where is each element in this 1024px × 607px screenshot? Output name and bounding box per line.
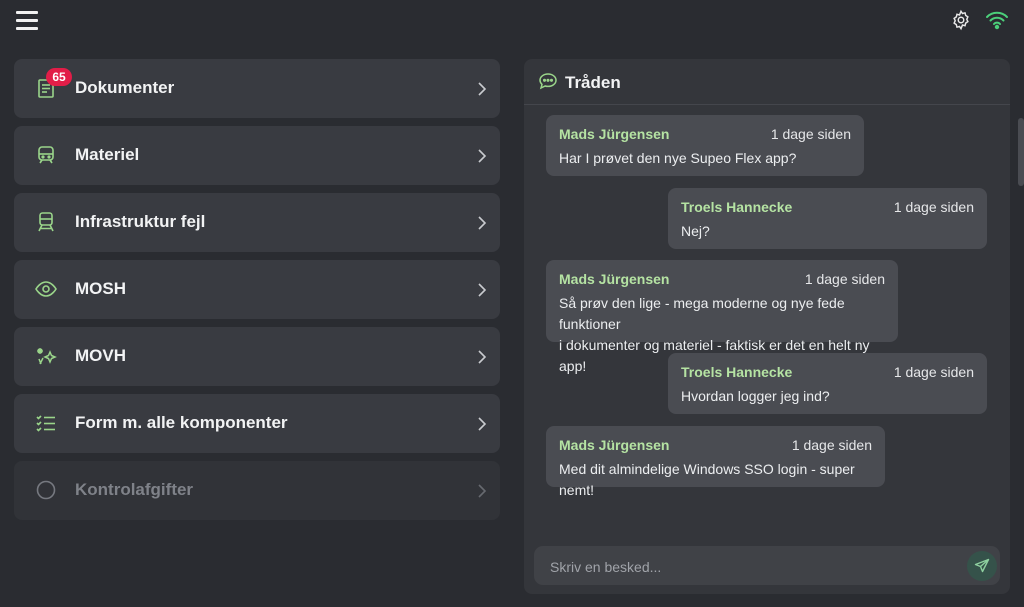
notification-badge: 65: [46, 68, 72, 86]
message-time: 1 dage siden: [791, 437, 872, 453]
chevron-right-icon: [478, 417, 487, 431]
message-author: Mads Jürgensen: [559, 271, 670, 287]
thread-title: Tråden: [565, 73, 621, 92]
gear-icon[interactable]: [950, 9, 972, 31]
message-input[interactable]: [548, 546, 952, 587]
checklist-icon: [36, 415, 55, 432]
chevron-right-icon: [478, 216, 487, 230]
message-author: Mads Jürgensen: [559, 437, 670, 453]
message-line: Med dit almindelige Windows SSO login - …: [559, 461, 855, 498]
chevron-right-icon: [478, 484, 487, 498]
chat-message: Mads Jürgensen 1 dage siden Har I prøvet…: [546, 115, 864, 176]
message-author: Mads Jürgensen: [559, 126, 670, 142]
chat-message: Troels Hannecke 1 dage siden Hvordan log…: [668, 353, 987, 414]
message-line: Nej?: [681, 223, 710, 239]
message-text: Har I prøvet den nye Supeo Flex app?: [559, 148, 796, 169]
eye-icon: [35, 281, 57, 297]
chat-message: Mads Jürgensen 1 dage siden Med dit almi…: [546, 426, 885, 498]
menu-item-label: Materiel: [75, 145, 140, 164]
chat-message: Mads Jürgensen 1 dage siden Så prøv den …: [546, 260, 898, 374]
message-time: 1 dage siden: [893, 199, 974, 215]
menu-item-form-alle-komponenter[interactable]: Form m. alle komponenter: [14, 394, 500, 453]
menu-item-label: Infrastruktur fejl: [75, 212, 206, 231]
sparkle-icon: [37, 348, 57, 365]
chevron-right-icon: [478, 350, 487, 364]
menu-item-label: Dokumenter: [75, 78, 175, 97]
train-icon: [38, 146, 54, 164]
circle-icon: [36, 480, 56, 500]
train-track-icon: [38, 212, 54, 232]
message-time: 1 dage siden: [804, 271, 885, 287]
scrollbar[interactable]: [1018, 118, 1024, 186]
message-time: 1 dage siden: [893, 364, 974, 380]
message-composer: [534, 546, 1000, 587]
wifi-icon: [986, 11, 1008, 30]
menu-item-mosh[interactable]: MOSH: [14, 260, 500, 319]
message-author: Troels Hannecke: [681, 364, 793, 380]
menu-item-kontrolafgifter: Kontrolafgifter: [14, 461, 500, 520]
message-author: Troels Hannecke: [681, 199, 793, 215]
chevron-right-icon: [478, 283, 487, 297]
send-button[interactable]: [967, 551, 997, 581]
hamburger-menu-icon[interactable]: [16, 11, 38, 31]
message-text: Nej?: [681, 221, 710, 242]
message-text: Med dit almindelige Windows SSO login - …: [559, 459, 885, 501]
thread-panel: Tråden Mads Jürgensen 1 dage siden Har I…: [524, 59, 1010, 594]
menu-item-label: Form m. alle komponenter: [75, 413, 288, 432]
chat-bubble-icon: [539, 73, 557, 90]
message-line: Har I prøvet den nye Supeo Flex app?: [559, 150, 797, 166]
thread-header: Tråden: [524, 59, 1010, 105]
menu-item-movh[interactable]: MOVH: [14, 327, 500, 386]
message-line: Så prøv den lige - mega moderne og nye f…: [559, 295, 845, 332]
menu-item-label: MOVH: [75, 346, 126, 365]
chat-message: Troels Hannecke 1 dage siden Nej?: [668, 188, 987, 249]
menu-item-label: MOSH: [75, 279, 126, 298]
chevron-right-icon: [478, 82, 487, 96]
message-line: Hvordan logger jeg ind?: [681, 388, 830, 404]
top-bar: [0, 0, 1024, 44]
message-time: 1 dage siden: [770, 126, 851, 142]
menu-item-materiel[interactable]: Materiel: [14, 126, 500, 185]
send-icon: [974, 558, 990, 573]
message-text: Hvordan logger jeg ind?: [681, 386, 830, 407]
menu-item-label: Kontrolafgifter: [75, 480, 194, 499]
menu-item-dokumenter[interactable]: 65 Dokumenter: [14, 59, 500, 118]
chevron-right-icon: [478, 149, 487, 163]
menu-item-infrastruktur-fejl[interactable]: Infrastruktur fejl: [14, 193, 500, 252]
